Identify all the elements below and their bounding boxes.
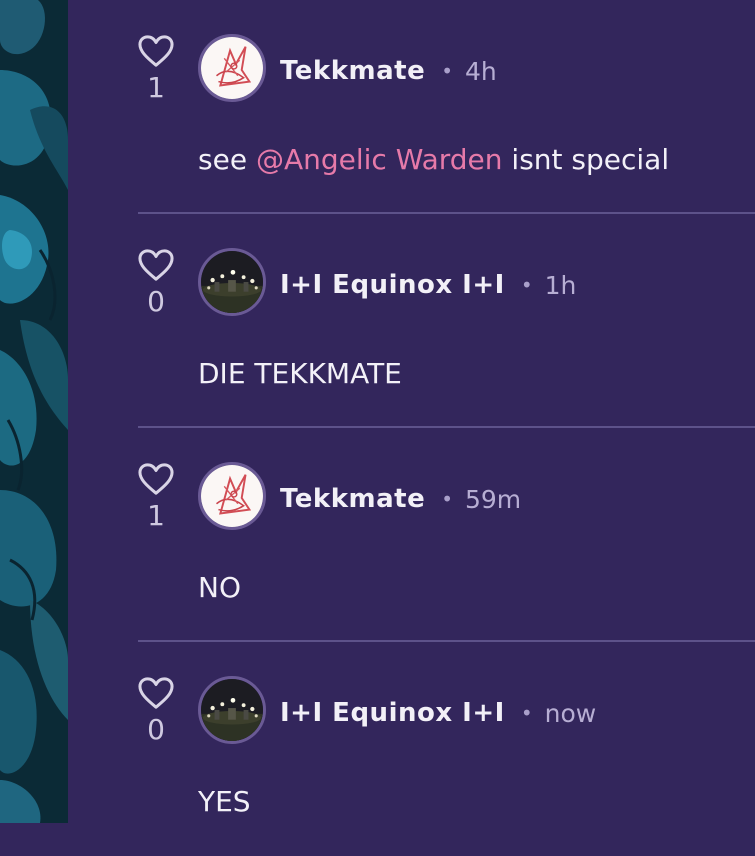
timestamp: 4h	[465, 56, 497, 86]
comment-item: 0 I+I Equinox I+I • now YES	[68, 642, 755, 856]
like-count: 0	[147, 713, 165, 746]
timestamp: 59m	[465, 484, 522, 514]
separator-dot: •	[520, 273, 533, 297]
comment-text: see @Angelic Warden isnt special	[198, 142, 669, 178]
comment-header: I+I Equinox I+I • 1h	[280, 267, 576, 303]
author-name[interactable]: Tekkmate	[280, 56, 425, 86]
like-count: 0	[147, 285, 165, 318]
comment-header: I+I Equinox I+I • now	[280, 695, 596, 731]
comment-text-part: see	[198, 143, 256, 176]
author-name[interactable]: I+I Equinox I+I	[280, 270, 505, 300]
comment-item: 1 Tekkmate • 4h see @Angelic Warden isnt…	[68, 0, 755, 214]
author-name[interactable]: Tekkmate	[280, 484, 425, 514]
like-count: 1	[147, 71, 165, 104]
user-mention-link[interactable]: @Angelic Warden	[256, 143, 503, 176]
comment-header: Tekkmate • 59m	[280, 481, 521, 517]
author-name[interactable]: I+I Equinox I+I	[280, 698, 505, 728]
avatar[interactable]	[198, 676, 266, 744]
comment-item: 1 Tekkmate • 59m NO	[68, 428, 755, 642]
comment-header: Tekkmate • 4h	[280, 53, 497, 89]
heart-icon[interactable]	[137, 460, 175, 498]
heart-icon[interactable]	[137, 32, 175, 70]
avatar[interactable]	[198, 248, 266, 316]
like-count: 1	[147, 499, 165, 532]
comment-text: DIE TEKKMATE	[198, 357, 402, 390]
avatar[interactable]	[198, 462, 266, 530]
timestamp: now	[544, 698, 597, 728]
side-artwork-panel	[0, 0, 68, 823]
separator-dot: •	[441, 59, 453, 83]
comment-text-part: isnt special	[502, 143, 670, 176]
heart-icon[interactable]	[137, 674, 175, 712]
separator-dot: •	[441, 487, 453, 511]
heart-icon[interactable]	[137, 246, 175, 284]
comment-text: NO	[198, 571, 241, 604]
avatar[interactable]	[198, 34, 266, 102]
comment-text: YES	[198, 785, 251, 818]
comment-item: 0 I+I Equinox I+I • 1h DIE TEKKMATE	[68, 214, 755, 428]
timestamp: 1h	[544, 270, 577, 300]
separator-dot: •	[520, 701, 533, 725]
